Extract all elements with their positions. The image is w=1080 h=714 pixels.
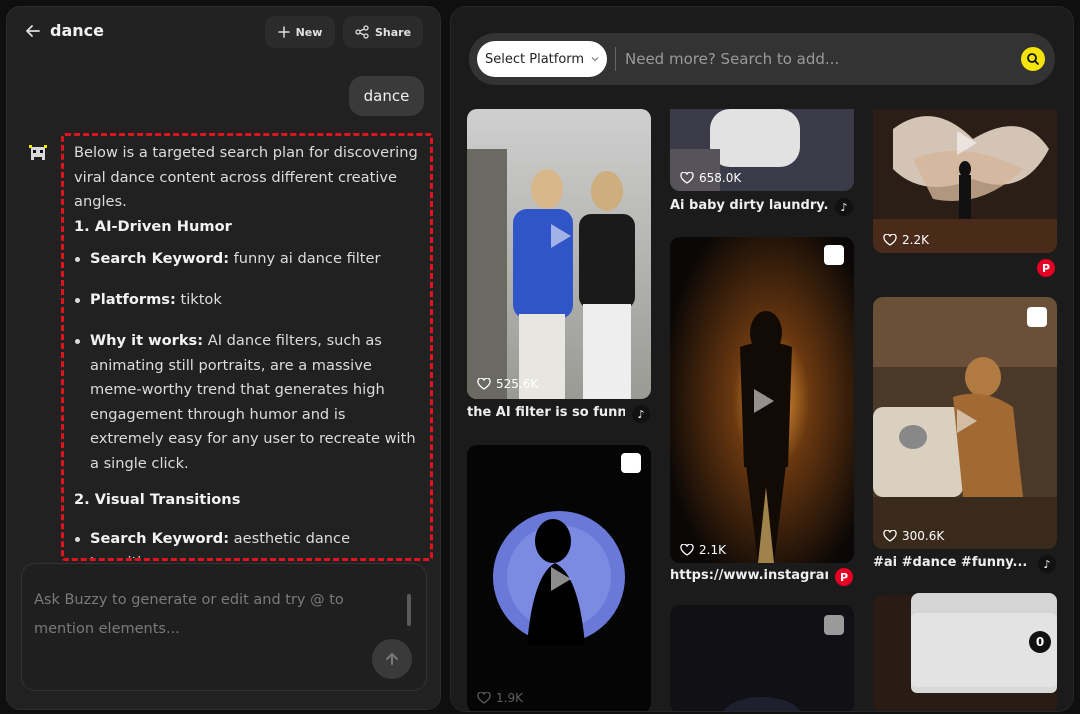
- chat-composer[interactable]: Ask Buzzy to generate or edit and try @ …: [21, 563, 427, 691]
- play-icon: [551, 567, 571, 591]
- result-card[interactable]: 300.6K: [873, 297, 1057, 549]
- likes-count: 300.6K: [883, 529, 944, 543]
- back-arrow-icon[interactable]: [23, 21, 43, 41]
- pinterest-icon: P: [1037, 259, 1055, 277]
- likes-count: 2.2K: [883, 233, 929, 247]
- likes-value: 2.1K: [699, 543, 726, 557]
- collection-count-badge: 0: [1029, 631, 1051, 653]
- play-icon: [754, 389, 774, 413]
- tiktok-icon: ♪: [632, 405, 650, 423]
- heart-icon: [680, 544, 694, 556]
- chat-title: dance: [50, 21, 104, 40]
- list-item: Search Keyword: aesthetic dance transiti…: [74, 527, 422, 558]
- composer-placeholder[interactable]: Ask Buzzy to generate or edit and try @ …: [34, 586, 374, 644]
- likes-count: 525.6K: [477, 377, 538, 391]
- select-checkbox[interactable]: [824, 615, 844, 635]
- why-label: Why it works:: [90, 332, 204, 349]
- result-card[interactable]: 1.9K: [467, 445, 651, 711]
- heart-icon: [680, 172, 694, 184]
- heart-icon: [477, 378, 491, 390]
- section-list: Search Keyword: aesthetic dance transiti…: [74, 527, 422, 558]
- keyword-label: Search Keyword:: [90, 250, 230, 267]
- likes-count: 658.0K: [680, 171, 741, 185]
- chat-header: dance New Share: [7, 7, 440, 59]
- result-card[interactable]: 525.6K: [467, 109, 651, 399]
- search-bar: Select Platform: [469, 33, 1055, 85]
- play-icon: [957, 409, 977, 433]
- assistant-answer: Below is a targeted search plan for disc…: [61, 133, 433, 561]
- search-button[interactable]: [1021, 47, 1045, 71]
- platform-select[interactable]: Select Platform: [477, 41, 607, 77]
- arrow-up-icon: [386, 653, 398, 665]
- heart-icon: [883, 234, 897, 246]
- composer-scrollbar[interactable]: [407, 594, 411, 626]
- list-item: Search Keyword: funny ai dance filter: [74, 247, 422, 272]
- likes-value: 1.9K: [496, 691, 523, 705]
- result-caption[interactable]: #ai #dance #funny...: [873, 555, 1031, 570]
- new-button[interactable]: New: [265, 16, 335, 48]
- send-button[interactable]: [372, 639, 412, 679]
- result-caption[interactable]: the AI filter is so funny...: [467, 405, 625, 420]
- section-list: Search Keyword: funny ai dance filter Pl…: [74, 247, 422, 476]
- list-item: Platforms: tiktok: [74, 288, 422, 313]
- result-card[interactable]: 2.2K: [873, 109, 1057, 253]
- section-title: 1. AI-Driven Humor: [74, 217, 232, 235]
- why-value: AI dance filters, such as animating stil…: [90, 332, 416, 472]
- likes-count: 1.9K: [477, 691, 523, 705]
- plus-icon: [277, 26, 290, 38]
- tiktok-icon: ♪: [1038, 555, 1056, 573]
- select-checkbox[interactable]: [621, 453, 641, 473]
- divider: [615, 47, 616, 71]
- likes-count: 2.1K: [680, 543, 726, 557]
- user-message: dance: [349, 76, 424, 116]
- platforms-label: Platforms:: [90, 290, 176, 308]
- tiktok-icon: ♪: [835, 198, 853, 216]
- result-card[interactable]: 2.1K: [670, 237, 854, 563]
- new-button-label: New: [295, 25, 323, 39]
- share-icon: [355, 25, 369, 39]
- likes-value: 300.6K: [902, 529, 945, 543]
- likes-value: 658.0K: [699, 171, 742, 185]
- collection-sheet: [911, 613, 1057, 693]
- platforms-value: tiktok: [175, 290, 222, 308]
- share-button[interactable]: Share: [343, 16, 423, 48]
- result-card[interactable]: 658.0K: [670, 109, 854, 191]
- search-input[interactable]: [625, 45, 1005, 73]
- select-checkbox[interactable]: [824, 245, 844, 265]
- keyword-value: funny ai dance filter: [229, 250, 381, 267]
- results-panel: Select Platform Need more? Search to add…: [450, 6, 1074, 712]
- bot-avatar-icon: [29, 145, 47, 160]
- result-card[interactable]: [670, 605, 854, 711]
- select-checkbox[interactable]: [1027, 307, 1047, 327]
- section-title: 2. Visual Transitions: [74, 491, 241, 508]
- video-thumbnail: [467, 109, 651, 399]
- chevron-down-icon: [591, 57, 599, 62]
- heart-icon: [883, 530, 897, 542]
- heart-icon: [477, 692, 491, 704]
- search-icon: [1027, 53, 1039, 65]
- play-icon: [957, 131, 977, 155]
- play-icon: [551, 224, 571, 248]
- result-caption[interactable]: Ai baby dirty laundry...: [670, 198, 828, 213]
- collection-tray[interactable]: 0: [911, 593, 1057, 695]
- result-caption[interactable]: https://www.instagram.: [670, 568, 828, 583]
- list-item: Why it works: AI dance filters, such as …: [74, 329, 422, 476]
- likes-value: 525.6K: [496, 377, 539, 391]
- pinterest-icon: P: [835, 568, 853, 586]
- platform-select-label: Select Platform: [485, 51, 585, 67]
- share-button-label: Share: [374, 25, 412, 39]
- likes-value: 2.2K: [902, 233, 929, 247]
- answer-intro: Below is a targeted search plan for disc…: [74, 144, 418, 210]
- chat-panel: dance New Share dance Below is a targete…: [6, 6, 441, 710]
- keyword-label: Search Keyword:: [90, 529, 230, 547]
